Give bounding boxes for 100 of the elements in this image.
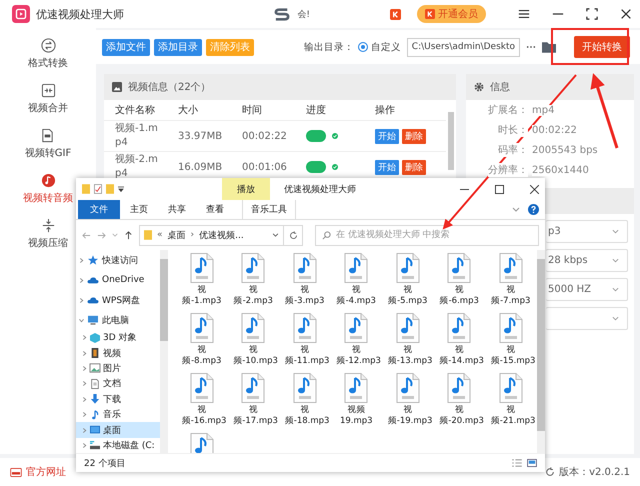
mp3-file-icon[interactable] [190, 313, 214, 343]
mp3-file-icon[interactable] [241, 373, 266, 403]
file-name[interactable]: 视频-3.mp3 [284, 285, 325, 307]
row-action-button[interactable]: 开始 [375, 160, 399, 174]
field-value: 2005543 bps [532, 144, 598, 156]
sidebar-item[interactable]: 视频压缩 [28, 218, 68, 263]
nav-tree-item[interactable]: OneDrive [76, 270, 160, 290]
file-name[interactable]: 视频-5.mp3 [388, 285, 428, 307]
dropdown-arrow-icon[interactable] [118, 186, 124, 192]
mp3-file-icon[interactable] [396, 373, 420, 403]
gear-icon [474, 82, 484, 92]
large-icons-view-icon[interactable] [527, 459, 537, 467]
k-badge-icon [390, 8, 401, 20]
fullscreen-icon[interactable] [586, 8, 598, 20]
s-logo-icon [273, 7, 292, 21]
sidebar-item[interactable]: 视频转音频 [23, 173, 73, 218]
address-bar[interactable]: « 桌面 › 优速视频... [139, 224, 284, 246]
nav-tree-item[interactable]: 视频 [76, 345, 160, 361]
nav-tree-item[interactable]: WPS网盘 [76, 290, 160, 310]
file-name[interactable]: 视频-2.mp3 [233, 285, 274, 307]
file-name[interactable]: 视频-6.mp3 [439, 285, 480, 307]
file-name[interactable]: 视频 19.mp3 [336, 405, 376, 427]
forward-arrow-icon[interactable] [97, 230, 106, 240]
nav-tree-item[interactable]: 3D 对象 [76, 330, 160, 346]
nav-tree-item[interactable]: 桌面 [76, 422, 160, 438]
dropdown[interactable]: 28 kbps [546, 249, 628, 272]
file-name[interactable]: 视频-1.mp3 [182, 285, 222, 307]
mp3-file-icon[interactable] [498, 313, 523, 343]
mp3-file-icon[interactable] [292, 253, 317, 283]
nav-tree-item[interactable]: 下载 [76, 392, 160, 407]
breadcrumb-item[interactable]: 优速视频... [199, 228, 244, 242]
file-name[interactable]: 视频-8.mp3 [182, 345, 222, 367]
nav-tree-item[interactable]: 音乐 [76, 406, 160, 422]
close-icon[interactable] [530, 184, 539, 194]
scrollbar[interactable] [160, 250, 168, 453]
toolbar-button[interactable]: 添加目录 [154, 38, 202, 56]
nav-tree-item[interactable]: 本地磁盘 (C: [76, 438, 160, 453]
mp3-file-icon[interactable] [344, 313, 368, 343]
image-icon [112, 82, 122, 92]
file-menu-tab[interactable]: 文件 [78, 200, 120, 219]
close-icon[interactable] [620, 8, 632, 20]
maximize-icon[interactable] [495, 184, 504, 194]
back-arrow-icon[interactable] [82, 230, 91, 240]
mp3-file-icon[interactable] [447, 313, 472, 343]
mp3-file-icon[interactable] [447, 373, 472, 403]
nav-tree-item[interactable]: 此电脑 [76, 310, 160, 330]
mp3-file-icon[interactable] [344, 253, 368, 283]
refresh-icon[interactable] [545, 467, 556, 477]
dropdown[interactable]: p3 [546, 220, 628, 243]
custom-radio[interactable]: 自定义 [358, 40, 401, 54]
more-icon[interactable] [526, 45, 536, 49]
desktop-icon [89, 425, 101, 436]
context-ribbon-tab[interactable]: 音乐工具 [242, 200, 296, 219]
ribbon-tab[interactable]: 共享 [158, 200, 196, 219]
nav-tree-item[interactable]: 快速访问 [76, 250, 160, 270]
help-icon[interactable] [528, 204, 539, 215]
document-icon [89, 378, 101, 389]
mp3-file-icon[interactable] [344, 373, 368, 403]
toolbar-button[interactable]: 添加文件 [102, 38, 150, 56]
chevron-down-icon [612, 258, 619, 263]
nav-tree-item[interactable]: 文档 [76, 376, 160, 392]
breadcrumb-overflow[interactable]: « [157, 230, 163, 240]
mp3-file-icon[interactable] [190, 253, 214, 283]
sidebar-item[interactable]: 格式转换 [28, 38, 68, 83]
output-path-field[interactable]: C:\Users\admin\Deskto [406, 38, 520, 56]
website-link[interactable]: 官方网址 [10, 465, 66, 479]
breadcrumb-item[interactable]: 桌面 [168, 228, 186, 242]
mp3-file-icon[interactable] [498, 373, 523, 403]
row-action-button[interactable]: 开始 [375, 128, 399, 144]
mp3-file-icon[interactable] [447, 253, 472, 283]
menu-icon[interactable] [518, 8, 530, 20]
search-field[interactable]: 在 优速视频处理大师 中搜索 [315, 224, 539, 246]
up-arrow-icon[interactable] [124, 230, 133, 240]
mp3-file-icon[interactable] [498, 253, 523, 283]
mp3-file-icon[interactable] [292, 373, 317, 403]
mp3-file-icon[interactable] [190, 373, 214, 403]
row-action-button[interactable]: 删除 [402, 128, 426, 144]
row-action-button[interactable]: 删除 [402, 160, 426, 174]
properties-icon[interactable] [94, 184, 102, 194]
mp3-file-icon[interactable] [241, 313, 266, 343]
mp3-file-icon[interactable] [292, 313, 317, 343]
file-name[interactable]: 视频-7.mp3 [490, 285, 531, 307]
breadcrumb-separator[interactable]: › [190, 230, 194, 240]
scrollbar[interactable] [448, 112, 454, 170]
mp3-file-icon[interactable] [241, 253, 266, 283]
mp3-file-icon[interactable] [396, 253, 420, 283]
file-name[interactable]: 视频-4.mp3 [336, 285, 376, 307]
ribbon-tab[interactable]: 主页 [120, 200, 158, 219]
ribbon-tab[interactable]: 查看 [196, 200, 234, 219]
dropdown[interactable]: 5000 HZ [546, 278, 628, 301]
scrollbar[interactable] [537, 250, 545, 453]
start-convert-button[interactable]: 开始转换 [574, 36, 630, 58]
details-view-icon[interactable] [512, 459, 522, 467]
chevron-down-icon[interactable] [272, 233, 279, 237]
refresh-button[interactable] [284, 224, 303, 246]
sidebar-item[interactable]: 视频合并 [28, 83, 68, 128]
nav-tree-item[interactable]: 图片 [76, 360, 160, 376]
star-icon [87, 255, 99, 265]
sidebar-item[interactable]: 视频转GIF [24, 128, 72, 173]
mp3-file-icon[interactable] [396, 313, 420, 343]
